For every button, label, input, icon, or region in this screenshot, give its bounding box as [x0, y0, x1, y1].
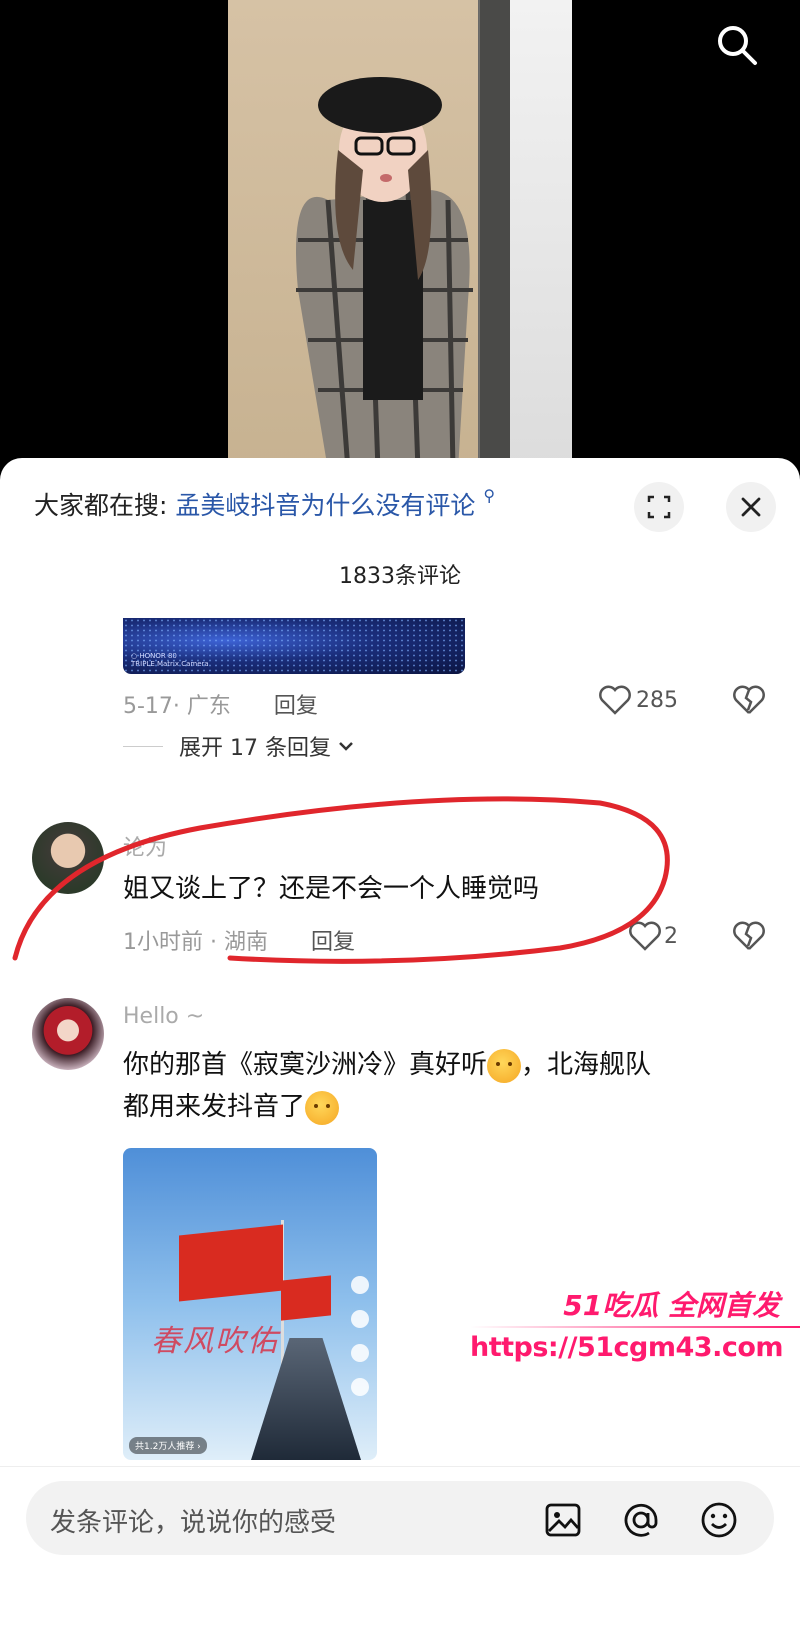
- comment-meta: 5-17· 广东 回复: [123, 688, 318, 720]
- small-search-icon: ⚲: [483, 486, 496, 505]
- star-icon: [351, 1378, 369, 1396]
- like-button[interactable]: 2: [628, 920, 678, 952]
- comment-date-location: 1小时前 · 湖南: [123, 930, 268, 955]
- comment-text-part: ，北海舰队: [521, 1050, 652, 1080]
- trending-search-term[interactable]: 孟美岐抖音为什么没有评论: [175, 491, 475, 520]
- comment-sheet: 大家都在搜: 孟美岐抖音为什么没有评论 ⚲ 1833条评论 ○ HONOR 80…: [0, 458, 800, 1636]
- broken-heart-icon: [733, 685, 765, 714]
- comment-date-location: 5-17· 广东: [123, 694, 231, 719]
- search-icon[interactable]: [712, 20, 762, 70]
- image-slogan: 春风吹佑: [151, 1324, 279, 1359]
- site-watermark: 51吃瓜 全网首发 https://51cgm43.com: [470, 1284, 800, 1363]
- video-frame: [228, 0, 572, 470]
- comment-input-bar: 发条评论，说说你的感受: [0, 1466, 800, 1637]
- close-icon: [741, 497, 761, 517]
- video-background-door: [480, 0, 510, 470]
- video-background-window: [510, 0, 572, 470]
- trending-search-prefix: 大家都在搜:: [34, 491, 168, 520]
- chevron-down-icon: [339, 742, 353, 751]
- comment-image[interactable]: 春风吹佑 共1.2万人推荐 ›: [123, 1148, 377, 1460]
- thinking-emoji-icon: [305, 1090, 340, 1125]
- divider-dash: [123, 745, 163, 747]
- image-side-actions: [349, 1276, 371, 1396]
- comment-count: 1833条评论: [339, 564, 461, 589]
- comment-meta: 1小时前 · 湖南 回复: [123, 924, 355, 956]
- comment-input[interactable]: 发条评论，说说你的感受: [26, 1481, 774, 1555]
- comment-text-part: 你的那首《寂寞沙洲冷》真好听: [123, 1050, 488, 1080]
- comment-icon: [351, 1344, 369, 1362]
- comment-username[interactable]: 论为: [123, 830, 167, 862]
- expand-replies-label: 展开 17 条回复: [179, 736, 331, 761]
- mention-icon[interactable]: [622, 1501, 660, 1539]
- comment-input-placeholder: 发条评论，说说你的感受: [50, 1508, 337, 1538]
- avatar[interactable]: [32, 822, 104, 894]
- reply-button[interactable]: 回复: [274, 694, 318, 719]
- broken-heart-icon: [733, 921, 765, 950]
- expand-replies[interactable]: 展开 17 条回复: [123, 730, 355, 762]
- video-player[interactable]: [0, 0, 800, 470]
- dislike-button[interactable]: [732, 684, 766, 716]
- flag: [179, 1224, 283, 1302]
- recommend-badge: 共1.2万人推荐 ›: [129, 1437, 207, 1454]
- video-person: [296, 77, 473, 470]
- heart-icon: [599, 685, 631, 715]
- comment-image-thumbnail[interactable]: ○ HONOR 80 TRIPLE Matrix Camera: [123, 618, 465, 674]
- camera-watermark: ○ HONOR 80 TRIPLE Matrix Camera: [131, 652, 209, 668]
- watermark-line: [470, 1326, 800, 1328]
- like-button[interactable]: 285: [598, 684, 678, 716]
- flag: [281, 1275, 331, 1321]
- reply-button[interactable]: 回复: [311, 930, 355, 955]
- heart-icon: [351, 1310, 369, 1328]
- heart-icon: [629, 921, 661, 951]
- expand-sheet-button[interactable]: [634, 482, 684, 532]
- watermark-title: 51吃瓜 全网首发: [563, 1289, 780, 1322]
- comment-text: 你的那首《寂寞沙洲冷》真好听 ，北海舰队 都用来发抖音了: [123, 1044, 763, 1128]
- avatar-icon: [351, 1276, 369, 1294]
- like-count: 285: [636, 687, 678, 713]
- thinking-emoji-icon: [487, 1048, 522, 1083]
- trending-search-bar[interactable]: 大家都在搜: 孟美岐抖音为什么没有评论 ⚲: [34, 486, 495, 522]
- comment-text-part: 都用来发抖音了: [123, 1092, 306, 1122]
- image-icon[interactable]: [544, 1501, 582, 1539]
- comment-username[interactable]: Hello ~: [123, 1004, 204, 1029]
- like-count: 2: [664, 923, 678, 949]
- emoji-icon[interactable]: [700, 1501, 738, 1539]
- watermark-url: https://51cgm43.com: [470, 1332, 784, 1363]
- comment-text: 姐又谈上了？还是不会一个人睡觉吗: [123, 874, 540, 904]
- avatar[interactable]: [32, 998, 104, 1070]
- close-button[interactable]: [726, 482, 776, 532]
- dislike-button[interactable]: [732, 920, 766, 952]
- expand-icon: [647, 495, 671, 519]
